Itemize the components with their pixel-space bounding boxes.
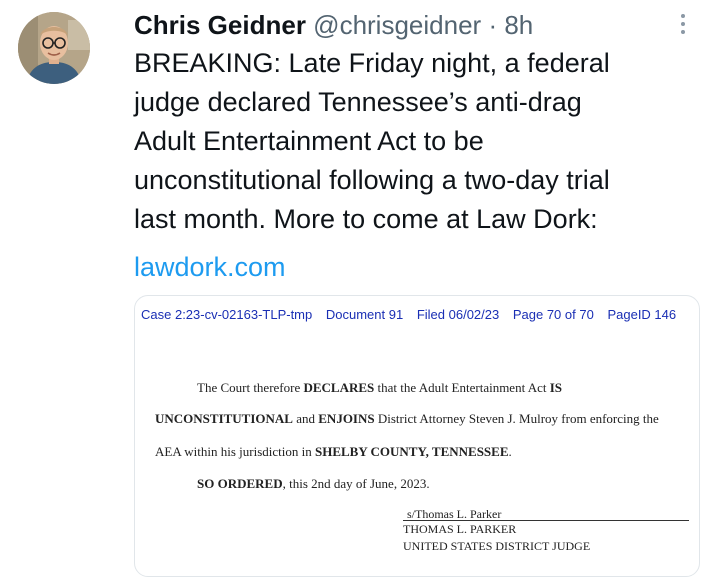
tweet-timestamp[interactable]: 8h: [504, 10, 533, 40]
tweet-header: Chris Geidner @chrisgeidner · 8h: [134, 8, 533, 42]
more-options-icon[interactable]: [676, 14, 690, 38]
tweet-text-line: BREAKING: Late Friday night, a federal: [134, 48, 610, 78]
tweet-text-line: judge declared Tennessee’s anti-drag: [134, 87, 582, 117]
doc-text: that the Adult Entertainment Act: [374, 380, 550, 395]
doc-text: District Attorney Steven J. Mulroy from …: [374, 411, 659, 426]
doc-text-bold: ENJOINS: [318, 411, 375, 426]
separator-dot: ·: [488, 10, 498, 40]
doc-text-bold: SHELBY COUNTY, TENNESSEE: [314, 444, 509, 459]
doc-line-so-ordered: SO ORDERED, this 2nd day of June, 2023.: [197, 476, 430, 492]
doc-text-bold: IS: [549, 380, 563, 395]
tweet-link[interactable]: lawdork.com: [134, 248, 286, 287]
doc-signer-title: UNITED STATES DISTRICT JUDGE: [403, 539, 591, 553]
author-name[interactable]: Chris Geidner: [134, 10, 306, 40]
tweet-text-line: Adult Entertainment Act to be: [134, 126, 484, 156]
doc-text: .: [508, 444, 512, 459]
avatar[interactable]: [18, 12, 90, 84]
author-handle[interactable]: @chrisgeidner: [313, 10, 481, 40]
court-document-body: The Court therefore DECLARES that the Ad…: [135, 296, 699, 576]
doc-signer-name: THOMAS L. PARKER: [403, 522, 517, 536]
doc-text-bold: UNCONSTITUTIONAL: [155, 411, 293, 426]
tweet-text: BREAKING: Late Friday night, a federal j…: [134, 44, 704, 239]
doc-text: AEA within his jurisdiction in: [155, 444, 315, 459]
doc-text: and: [292, 411, 319, 426]
doc-text: , this 2nd day of June, 2023.: [282, 476, 430, 491]
doc-line-declares: The Court therefore DECLARES that the Ad…: [197, 380, 562, 396]
tweet-text-line: unconstitutional following a two-day tri…: [134, 165, 610, 195]
attached-document-image[interactable]: Case 2:23-cv-02163-TLP-tmp Document 91 F…: [134, 295, 700, 577]
signature-line: [403, 520, 689, 521]
doc-text-bold: DECLARES: [303, 380, 375, 395]
doc-line-enjoins: UNCONSTITUTIONAL and ENJOINS District At…: [155, 411, 659, 427]
doc-line-jurisdiction: AEA within his jurisdiction in SHELBY CO…: [155, 444, 512, 460]
profile-photo: [18, 12, 90, 84]
tweet-text-line: last month. More to come at Law Dork:: [134, 204, 598, 234]
doc-text: The Court therefore: [197, 380, 304, 395]
doc-text-bold: SO ORDERED: [197, 476, 283, 491]
